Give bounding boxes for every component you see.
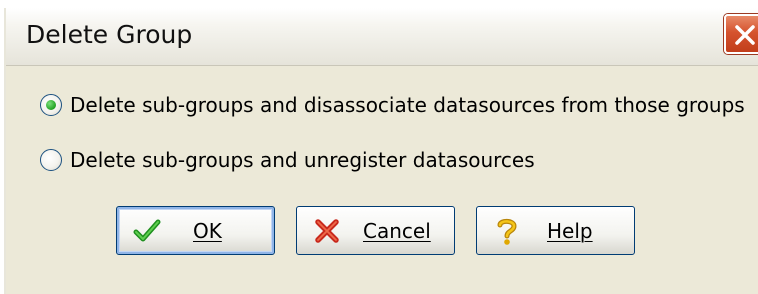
- radio-unregister[interactable]: [40, 149, 62, 171]
- cancel-button[interactable]: Cancel: [296, 206, 455, 255]
- cancel-button-label: Cancel: [363, 219, 431, 243]
- ok-button[interactable]: OK: [116, 206, 275, 255]
- red-x-icon: [315, 219, 339, 243]
- radio-disassociate[interactable]: [40, 94, 62, 116]
- ok-button-label: OK: [193, 219, 222, 243]
- option-disassociate-label[interactable]: Delete sub-groups and disassociate datas…: [70, 92, 745, 118]
- dialog-title: Delete Group: [26, 20, 193, 49]
- help-button-label: Help: [547, 219, 593, 243]
- option-unregister-label[interactable]: Delete sub-groups and unregister datasou…: [70, 147, 535, 173]
- checkmark-icon: [133, 219, 161, 242]
- title-bar: Delete Group: [6, 8, 758, 66]
- delete-group-dialog: Delete Group Delete sub-groups and disas…: [4, 8, 758, 294]
- radio-selected-dot: [46, 100, 56, 110]
- question-mark-icon: [497, 218, 517, 245]
- close-x-icon: [735, 25, 755, 45]
- help-button[interactable]: Help: [476, 206, 635, 255]
- close-button[interactable]: [724, 14, 758, 54]
